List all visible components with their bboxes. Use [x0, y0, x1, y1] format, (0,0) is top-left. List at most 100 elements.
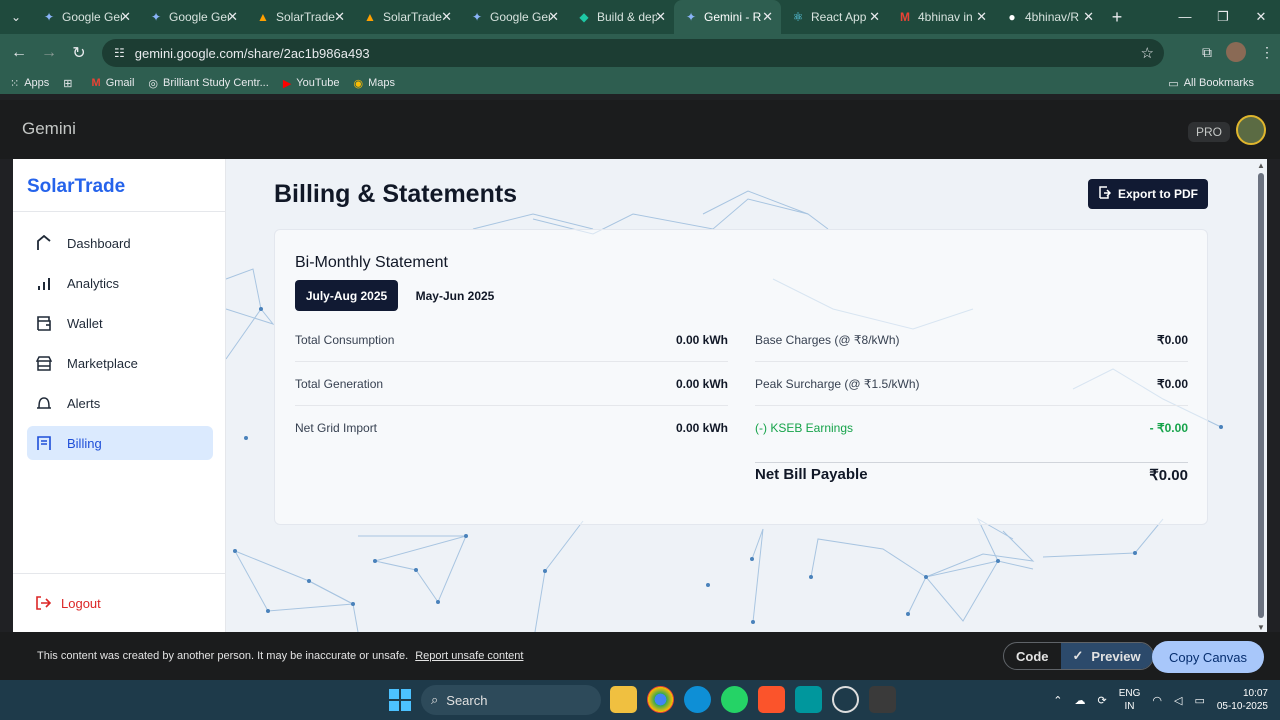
close-icon[interactable]: ✕	[227, 9, 238, 25]
reload-icon[interactable]: ↻	[64, 43, 94, 63]
battery-icon[interactable]: ▭	[1194, 694, 1204, 707]
close-icon[interactable]: ✕	[441, 9, 452, 25]
sync-icon[interactable]: ⟳	[1097, 694, 1106, 707]
statement-card: Bi-Monthly Statement July-Aug 2025 May-J…	[274, 229, 1208, 525]
file-explorer-icon[interactable]	[610, 686, 637, 713]
divider	[13, 573, 226, 574]
maximize-icon[interactable]: ❐	[1204, 0, 1242, 34]
close-icon[interactable]: ✕	[334, 9, 345, 25]
address-bar: ← → ↻ ☷ gemini.google.com/share/2ac1b986…	[0, 34, 1280, 72]
browser-tab-active[interactable]: ✦ Gemini - R ✕	[674, 0, 781, 34]
gemini-title[interactable]: Gemini	[22, 119, 76, 139]
export-pdf-button[interactable]: Export to PDF	[1088, 179, 1208, 209]
chrome-icon[interactable]	[647, 686, 674, 713]
new-tab-button[interactable]: +	[1102, 7, 1132, 28]
stat-row: Total Generation 0.00 kWh	[295, 362, 728, 406]
brave-icon[interactable]	[758, 686, 785, 713]
bookmark-maps[interactable]: ◉ Maps	[354, 77, 396, 90]
chatgpt-icon[interactable]	[832, 686, 859, 713]
period-tab-active[interactable]: July-Aug 2025	[295, 280, 398, 311]
browser-tab[interactable]: ◆Build & deploy✕	[567, 0, 674, 34]
scroll-down-icon[interactable]: ▼	[1256, 623, 1266, 632]
user-avatar[interactable]	[1236, 115, 1266, 145]
back-icon[interactable]: ←	[4, 44, 34, 62]
bookmark-apps[interactable]: ⁙ Apps	[10, 77, 49, 90]
site-info-icon[interactable]: ☷	[114, 46, 125, 60]
bookmark-grid[interactable]: ⊞	[63, 77, 77, 90]
github-icon: ●	[1008, 10, 1016, 24]
gmail-icon: M	[91, 77, 101, 89]
browser-tab[interactable]: ● 4bhinav/R ✕	[995, 0, 1102, 34]
search-icon: ⌕	[431, 692, 439, 707]
canvas-preview: SolarTrade Dashboard Analytics Wallet Ma…	[13, 159, 1267, 632]
close-icon[interactable]: ✕	[762, 9, 773, 25]
close-icon[interactable]: ✕	[976, 9, 987, 25]
close-window-icon[interactable]: ✕	[1242, 0, 1280, 34]
edge-icon[interactable]	[684, 686, 711, 713]
sidebar-item-wallet[interactable]: Wallet	[27, 306, 213, 340]
browser-tab[interactable]: ▲ SolarTrade ✕	[246, 0, 353, 34]
bookmark-gmail[interactable]: M Gmail	[92, 77, 135, 89]
copy-canvas-button[interactable]: Copy Canvas	[1152, 641, 1264, 673]
taskbar-search[interactable]: ⌕ Search	[421, 685, 601, 715]
gemini-icon: ✦	[150, 10, 162, 24]
brand-logo[interactable]: SolarTrade	[27, 176, 125, 198]
all-bookmarks[interactable]: ▭ All Bookmarks	[1168, 77, 1254, 90]
scroll-up-icon[interactable]: ▲	[1256, 161, 1266, 170]
charge-row: Peak Surcharge (@ ₹1.5/kWh) ₹0.00	[755, 362, 1188, 406]
minimize-icon[interactable]: —	[1166, 0, 1204, 34]
sidebar: SolarTrade Dashboard Analytics Wallet Ma…	[13, 159, 226, 632]
bookmark-youtube[interactable]: ▶ YouTube	[283, 77, 340, 90]
clock[interactable]: 10:07 05-10-2025	[1217, 687, 1268, 713]
cloud-icon[interactable]: ☁	[1074, 694, 1085, 707]
marketplace-icon	[35, 354, 53, 372]
forward-icon[interactable]: →	[34, 44, 64, 62]
scrollbar-thumb[interactable]	[1258, 173, 1264, 618]
close-icon[interactable]: ✕	[548, 9, 559, 25]
url-field[interactable]: ☷ gemini.google.com/share/2ac1b986a493 ☆	[102, 39, 1164, 67]
bookmarks-bar: ⁙ Apps ⊞ M Gmail ◎ Brilliant Study Centr...…	[0, 72, 1280, 94]
close-icon[interactable]: ✕	[120, 9, 131, 25]
browser-tab[interactable]: ⚛ React App ✕	[781, 0, 888, 34]
sidebar-item-billing[interactable]: Billing	[27, 426, 213, 460]
report-unsafe-link[interactable]: Report unsafe content	[415, 650, 523, 662]
close-icon[interactable]: ✕	[655, 9, 666, 25]
menu-icon[interactable]: ⋮	[1260, 44, 1274, 61]
bookmark-brilliant[interactable]: ◎ Brilliant Study Centr...	[148, 77, 268, 90]
volume-icon[interactable]: ◁	[1174, 694, 1182, 707]
scrollbar[interactable]: ▲ ▼	[1256, 159, 1266, 632]
close-icon[interactable]: ✕	[1083, 9, 1094, 25]
sidebar-item-marketplace[interactable]: Marketplace	[27, 346, 213, 380]
preview-tab[interactable]: ✓ Preview	[1060, 643, 1153, 669]
profile-avatar[interactable]	[1226, 42, 1246, 62]
youtube-icon: ▶	[282, 77, 292, 90]
windows-start-icon[interactable]	[389, 689, 411, 711]
logout-button[interactable]: Logout	[35, 595, 101, 611]
browser-tab[interactable]: ▲ SolarTrade ✕	[353, 0, 460, 34]
chevron-up-icon[interactable]: ⌃	[1053, 694, 1062, 707]
close-icon[interactable]: ✕	[869, 9, 880, 25]
extensions-icon[interactable]: ⧉	[1202, 44, 1212, 61]
net-bill-row: Net Bill Payable ₹0.00	[755, 466, 1188, 484]
earnings-row: (-) KSEB Earnings - ₹0.00	[755, 421, 1188, 435]
browser-tab[interactable]: M 4bhinav in ✕	[888, 0, 995, 34]
browser-tab[interactable]: ✦Google Gemini✕	[32, 0, 139, 34]
apps-grid-icon: ⁙	[10, 77, 20, 90]
arduino-icon[interactable]	[795, 686, 822, 713]
language-indicator[interactable]: ENG IN	[1119, 687, 1141, 713]
build-icon: ◆	[579, 10, 589, 24]
gemini-icon: ✦	[43, 10, 55, 24]
sidebar-item-analytics[interactable]: Analytics	[27, 266, 213, 300]
browser-tab[interactable]: ✦Google Gemini✕	[139, 0, 246, 34]
code-tab[interactable]: Code	[1004, 643, 1061, 669]
browser-tab[interactable]: ✦Google Gemini✕	[460, 0, 567, 34]
sidebar-item-dashboard[interactable]: Dashboard	[27, 226, 213, 260]
sidebar-item-alerts[interactable]: Alerts	[27, 386, 213, 420]
terminal-icon[interactable]	[869, 686, 896, 713]
bookmark-star-icon[interactable]: ☆	[1141, 44, 1154, 62]
period-tab[interactable]: May-Jun 2025	[405, 280, 505, 311]
tab-search-icon[interactable]: ⌄	[0, 0, 32, 34]
whatsapp-icon[interactable]	[721, 686, 748, 713]
view-toggle: Code ✓ Preview	[1003, 642, 1154, 670]
wifi-icon[interactable]: ◠	[1152, 694, 1162, 707]
